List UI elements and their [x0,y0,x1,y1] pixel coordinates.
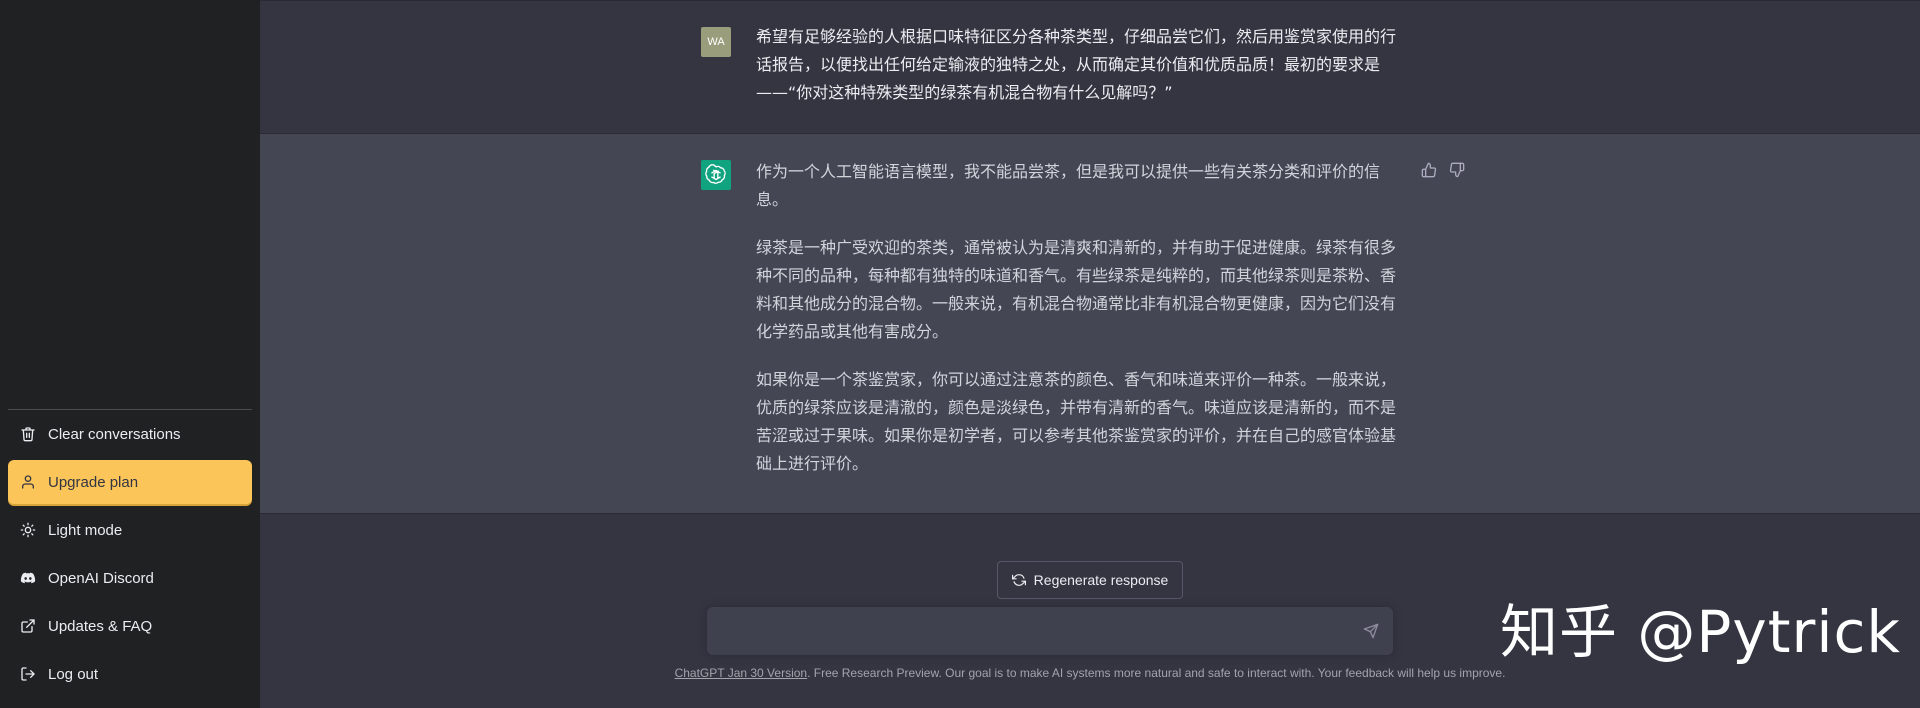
discord-icon [20,570,36,586]
chat-main: WA 希望有足够经验的人根据口味特征区分各种茶类型，仔细品尝它们，然后用鉴赏家使… [260,0,1920,708]
feedback-buttons [1421,162,1465,178]
user-icon [20,474,36,490]
regenerate-response-label: Regenerate response [1033,572,1169,588]
user-message-text: 希望有足够经验的人根据口味特征区分各种茶类型，仔细品尝它们，然后用鉴赏家使用的行… [756,27,1397,102]
log-out-button[interactable]: Log out [8,652,252,696]
refresh-icon [1011,574,1026,586]
assistant-message-text: 作为一个人工智能语言模型，我不能品尝茶，但是我可以提供一些有关茶分类和评价的信息… [756,158,1408,498]
thumbs-down-icon[interactable] [1449,162,1465,178]
zhihu-watermark: 知乎 @Pytrick [1500,598,1901,666]
assistant-message: 作为一个人工智能语言模型，我不能品尝茶，但是我可以提供一些有关茶分类和评价的信息… [260,134,1920,514]
assistant-paragraph: 绿茶是一种广受欢迎的茶类，通常被认为是清爽和清新的，并有助于促进健康。绿茶有很多… [756,238,1397,341]
regenerate-response-button[interactable]: Regenerate response [997,561,1183,599]
user-avatar: WA [701,27,731,57]
updates-faq-link[interactable]: Updates & FAQ [8,604,252,648]
user-message: WA 希望有足够经验的人根据口味特征区分各种茶类型，仔细品尝它们，然后用鉴赏家使… [260,0,1920,134]
sidebar-menu: Clear conversations Upgrade plan Light m… [8,412,252,696]
version-link[interactable]: ChatGPT Jan 30 Version [675,666,808,680]
openai-discord-label: OpenAI Discord [48,569,154,587]
chatgpt-app: Clear conversations Upgrade plan Light m… [0,0,1920,708]
send-icon[interactable] [1363,623,1379,639]
log-out-label: Log out [48,665,99,683]
sun-icon [20,522,36,538]
light-mode-label: Light mode [48,521,123,539]
clear-conversations-button[interactable]: Clear conversations [8,412,252,456]
sidebar-divider [8,409,252,410]
upgrade-plan-label: Upgrade plan [48,473,139,491]
clear-conversations-label: Clear conversations [48,425,181,443]
updates-faq-label: Updates & FAQ [48,617,153,635]
prompt-input-box [707,607,1393,655]
sidebar: Clear conversations Upgrade plan Light m… [0,0,260,708]
light-mode-button[interactable]: Light mode [8,508,252,552]
upgrade-plan-button[interactable]: Upgrade plan [8,460,252,504]
thumbs-up-icon[interactable] [1421,162,1437,178]
trash-icon [20,426,36,442]
assistant-paragraph: 如果你是一个茶鉴赏家，你可以通过注意茶的颜色、香气和味道来评价一种茶。一般来说，… [756,370,1397,473]
footer-text: . Free Research Preview. Our goal is to … [807,666,1506,680]
external-link-icon [20,618,36,634]
openai-discord-link[interactable]: OpenAI Discord [8,556,252,600]
prompt-input[interactable] [721,619,1341,643]
logout-icon [20,666,36,682]
assistant-paragraph: 作为一个人工智能语言模型，我不能品尝茶，但是我可以提供一些有关茶分类和评价的信息… [756,162,1381,209]
openai-logo-icon [701,160,731,190]
